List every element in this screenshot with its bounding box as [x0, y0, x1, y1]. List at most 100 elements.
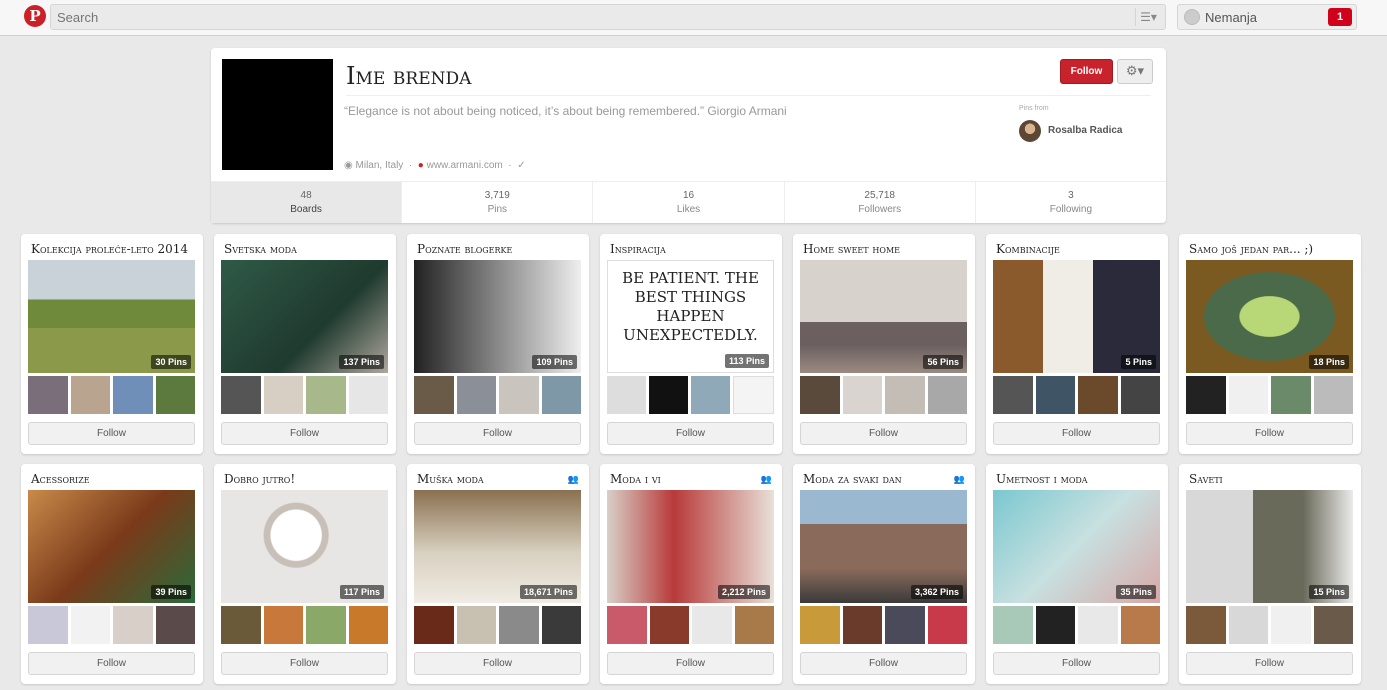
thumbnail[interactable]: [1186, 606, 1226, 644]
thumbnail[interactable]: [456, 606, 496, 644]
board-title[interactable]: Moda i vi: [610, 472, 780, 486]
thumbnail[interactable]: [499, 606, 539, 644]
board-card[interactable]: Samo još jedan par... ;) 18 Pins Follow: [1179, 234, 1361, 454]
thumbnail[interactable]: [1035, 376, 1075, 414]
thumbnail[interactable]: [155, 376, 195, 414]
board-follow-button[interactable]: Follow: [414, 422, 581, 445]
thumbnail[interactable]: [800, 606, 840, 644]
thumbnail[interactable]: [70, 606, 110, 644]
board-cover-image[interactable]: 30 Pins: [28, 260, 195, 373]
notification-badge[interactable]: 1: [1328, 8, 1352, 26]
thumbnail[interactable]: [927, 376, 967, 414]
thumbnail[interactable]: [1313, 376, 1353, 414]
board-cover-image[interactable]: BE PATIENT. THE BEST THINGS HAPPEN UNEXP…: [607, 260, 774, 373]
menu-icon[interactable]: ☰▾: [1135, 8, 1161, 26]
board-follow-button[interactable]: Follow: [993, 422, 1160, 445]
board-title[interactable]: Moda za svaki dan: [803, 472, 973, 486]
board-follow-button[interactable]: Follow: [1186, 652, 1353, 675]
board-cover-image[interactable]: 56 Pins: [800, 260, 967, 373]
thumbnail[interactable]: [1271, 376, 1311, 414]
thumbnail[interactable]: [414, 606, 454, 644]
thumbnail[interactable]: [348, 376, 388, 414]
tab-following[interactable]: 3 Following: [976, 182, 1166, 223]
thumbnail[interactable]: [1078, 606, 1118, 644]
board-follow-button[interactable]: Follow: [1186, 422, 1353, 445]
thumbnail[interactable]: [1271, 606, 1311, 644]
board-follow-button[interactable]: Follow: [607, 652, 774, 675]
thumbnail[interactable]: [263, 606, 303, 644]
board-cover-image[interactable]: 18 Pins: [1186, 260, 1353, 373]
thumbnail[interactable]: [927, 606, 967, 644]
thumbnail[interactable]: [842, 376, 882, 414]
thumbnail[interactable]: [1120, 606, 1160, 644]
user-menu-button[interactable]: Nemanja 1: [1177, 4, 1357, 30]
thumbnail[interactable]: [1120, 376, 1160, 414]
board-cover-image[interactable]: 35 Pins: [993, 490, 1160, 603]
board-card[interactable]: Svetska moda 137 Pins Follow: [214, 234, 396, 454]
board-follow-button[interactable]: Follow: [800, 652, 967, 675]
thumbnail[interactable]: [885, 376, 925, 414]
board-cover-image[interactable]: 117 Pins: [221, 490, 388, 603]
thumbnail[interactable]: [541, 606, 581, 644]
thumbnail[interactable]: [499, 376, 539, 414]
thumbnail[interactable]: [1228, 376, 1268, 414]
thumbnail[interactable]: [734, 606, 774, 644]
board-title[interactable]: Poznate blogerke: [417, 242, 587, 256]
tab-pins[interactable]: 3,719 Pins: [402, 182, 594, 223]
board-follow-button[interactable]: Follow: [414, 652, 581, 675]
thumbnail[interactable]: [649, 606, 689, 644]
board-follow-button[interactable]: Follow: [800, 422, 967, 445]
board-title[interactable]: Kolekcija proleće-leto 2014: [31, 242, 201, 256]
thumbnail[interactable]: [607, 606, 647, 644]
board-cover-image[interactable]: 5 Pins: [993, 260, 1160, 373]
thumbnail[interactable]: [306, 606, 346, 644]
board-cover-image[interactable]: 137 Pins: [221, 260, 388, 373]
thumbnail[interactable]: [842, 606, 882, 644]
thumbnail[interactable]: [993, 606, 1033, 644]
thumbnail[interactable]: [800, 376, 840, 414]
thumbnail[interactable]: [733, 376, 774, 414]
board-card[interactable]: Acessorize 39 Pins Follow: [21, 464, 203, 684]
board-follow-button[interactable]: Follow: [28, 652, 195, 675]
board-follow-button[interactable]: Follow: [28, 422, 195, 445]
thumbnail[interactable]: [306, 376, 346, 414]
board-card[interactable]: Dobro jutro! 117 Pins Follow: [214, 464, 396, 684]
follow-button[interactable]: Follow: [1060, 59, 1113, 84]
thumbnail[interactable]: [456, 376, 496, 414]
board-title[interactable]: Kombinacije: [996, 242, 1166, 256]
board-title[interactable]: Inspiracija: [610, 242, 780, 256]
thumbnail[interactable]: [691, 376, 730, 414]
thumbnail[interactable]: [607, 376, 646, 414]
thumbnail[interactable]: [414, 376, 454, 414]
thumbnail[interactable]: [221, 606, 261, 644]
gear-icon[interactable]: ⚙▾: [1117, 59, 1153, 84]
board-card[interactable]: Home sweet home 56 Pins Follow: [793, 234, 975, 454]
thumbnail[interactable]: [263, 376, 303, 414]
thumbnail[interactable]: [1313, 606, 1353, 644]
thumbnail[interactable]: [692, 606, 732, 644]
board-cover-image[interactable]: 2,212 Pins: [607, 490, 774, 603]
twitter-icon[interactable]: ✓: [517, 160, 525, 171]
thumbnail[interactable]: [221, 376, 261, 414]
pinterest-logo-icon[interactable]: P: [24, 5, 46, 27]
board-title[interactable]: Home sweet home: [803, 242, 973, 256]
board-card[interactable]: Muška moda 👥 18,671 Pins Follow: [407, 464, 589, 684]
thumbnail[interactable]: [28, 606, 68, 644]
board-title[interactable]: Samo još jedan par... ;): [1189, 242, 1359, 256]
thumbnail[interactable]: [155, 606, 195, 644]
thumbnail[interactable]: [28, 376, 68, 414]
board-follow-button[interactable]: Follow: [221, 422, 388, 445]
board-card[interactable]: Inspiracija BE PATIENT. THE BEST THINGS …: [600, 234, 782, 454]
board-follow-button[interactable]: Follow: [221, 652, 388, 675]
board-card[interactable]: Saveti 15 Pins Follow: [1179, 464, 1361, 684]
board-title[interactable]: Umetnost i moda: [996, 472, 1166, 486]
thumbnail[interactable]: [993, 376, 1033, 414]
board-cover-image[interactable]: 109 Pins: [414, 260, 581, 373]
board-cover-image[interactable]: 39 Pins: [28, 490, 195, 603]
tab-followers[interactable]: 25,718 Followers: [785, 182, 976, 223]
thumbnail[interactable]: [1078, 376, 1118, 414]
curator-avatar[interactable]: [1019, 120, 1041, 142]
thumbnail[interactable]: [70, 376, 110, 414]
board-card[interactable]: Umetnost i moda 35 Pins Follow: [986, 464, 1168, 684]
curator-name[interactable]: Rosalba Radica: [1048, 125, 1122, 136]
